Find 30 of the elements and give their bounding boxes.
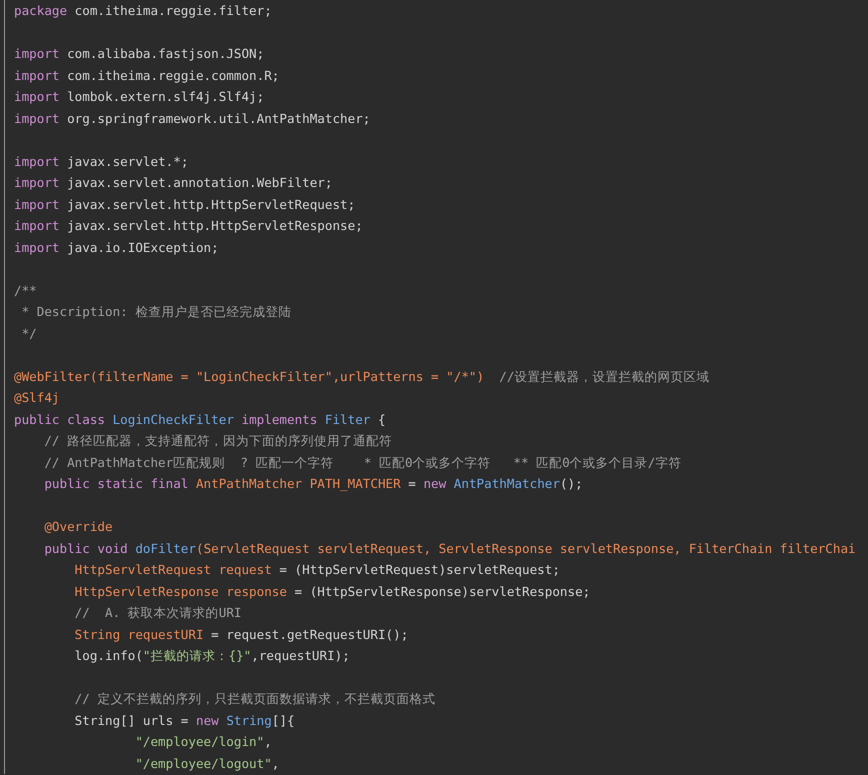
code-line: import javax.servlet.http.HttpServletRequest; — [14, 196, 356, 214]
code-line: import javax.servlet.annotation.WebFilter; — [14, 174, 334, 192]
code-line: import java.io.IOException; — [14, 238, 220, 257]
code-line: import com.itheima.reggie.common.R; — [14, 66, 280, 85]
code-line: public void doFilter(ServletRequest servletRequest, ServletResponse servletResponse, FilterChain filterChai — [43, 540, 857, 558]
code-line: // 路径匹配器，支持通配符，因为下面的序列使用了通配符 — [43, 432, 394, 450]
code-line: package com.itheima.reggie.filter; — [14, 2, 273, 20]
code-line: HttpServletResponse response = (HttpServletResponse)servletResponse; — [74, 582, 592, 601]
code-line: @WebFilter(filterName = "LoginCheckFilter",urlPatterns = "/*") //设置拦截器，设置拦截的网页区域 — [14, 368, 710, 386]
code-line: */ — [20, 324, 38, 342]
code-line: "/employee/logout", — [134, 754, 280, 773]
code-line: @Slf4j — [14, 389, 60, 407]
code-line: // AntPathMatcher匹配规则 ? 匹配一个字符 * 匹配0个或多个字符 ** 匹配0个或多个目录/字符 — [43, 454, 682, 472]
code-line: import org.springframework.util.AntPathMatcher; — [14, 110, 372, 128]
code-line: // 定义不拦截的序列，只拦截页面数据请求，不拦截页面格式 — [74, 690, 436, 708]
code-line: import lombok.extern.slf4j.Slf4j; — [14, 88, 266, 106]
code-line: "/employee/login", — [134, 733, 273, 751]
code-line: import com.alibaba.fastjson.JSON; — [14, 45, 266, 63]
code-line: import javax.servlet.*; — [14, 152, 190, 171]
code-line: log.info("拦截的请求：{}",requestURI); — [74, 647, 351, 665]
code-line: String[] urls = new String[]{ — [74, 712, 296, 730]
code-line: import javax.servlet.http.HttpServletResponse; — [14, 217, 364, 235]
code-line: public static final AntPathMatcher PATH_MATCHER = new AntPathMatcher(); — [43, 475, 584, 493]
code-line: /** — [14, 282, 38, 300]
code-line: String requestURI = request.getRequestURI(); — [74, 626, 410, 644]
code-line: HttpServletRequest request = (HttpServletRequest)servletRequest; — [74, 561, 561, 579]
code-line: // A. 获取本次请求的URI — [74, 604, 242, 622]
code-line: * Description: 检查用户是否已经完成登陆 — [20, 303, 292, 321]
code-line: @Override — [43, 518, 114, 536]
code-line: public class LoginCheckFilter implements Filter { — [14, 410, 387, 429]
